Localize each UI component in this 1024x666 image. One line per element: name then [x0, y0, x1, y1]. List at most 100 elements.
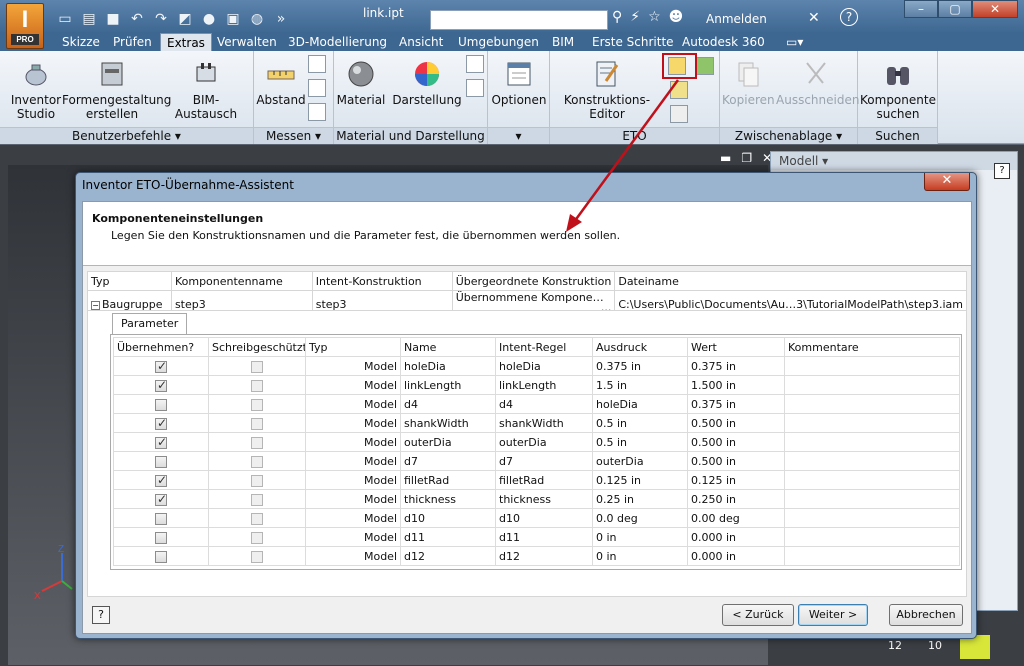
- param-rule-cell[interactable]: linkLength: [495, 375, 593, 395]
- param-value-cell[interactable]: 0.375 in: [687, 394, 785, 414]
- param-expression-cell[interactable]: 0.25 in: [592, 489, 688, 509]
- param-rule-cell[interactable]: d7: [495, 451, 593, 471]
- col-dateiname[interactable]: Dateiname: [614, 271, 967, 291]
- eto-parameters-icon[interactable]: [670, 105, 688, 123]
- tab-verwalten[interactable]: Verwalten: [211, 33, 283, 51]
- panel-title-messen[interactable]: Messen ▾: [254, 127, 333, 144]
- checkbox-cell[interactable]: [113, 356, 209, 376]
- checkbox-cell[interactable]: [208, 413, 306, 433]
- favorites-star-icon[interactable]: ☆: [648, 9, 661, 25]
- application-menu-button[interactable]: I PRO: [6, 3, 44, 49]
- take-checkbox[interactable]: [155, 378, 167, 392]
- param-value-cell[interactable]: 0.000 in: [687, 546, 785, 566]
- checkbox-cell[interactable]: [208, 375, 306, 395]
- collapse-icon[interactable]: −: [91, 300, 100, 310]
- param-expression-cell[interactable]: 0.0 deg: [592, 508, 688, 528]
- take-checkbox[interactable]: [155, 416, 167, 430]
- search-icon[interactable]: ⚲: [612, 9, 622, 25]
- table-row[interactable]: ModelholeDiaholeDia0.375 in0.375 in: [113, 356, 960, 376]
- param-rule-cell[interactable]: holeDia: [495, 356, 593, 376]
- tab-autodesk-360[interactable]: Autodesk 360: [676, 33, 771, 51]
- checkbox-cell[interactable]: [113, 546, 209, 566]
- col-param-typ[interactable]: Typ: [305, 337, 401, 357]
- ausschneiden-button[interactable]: Ausschneiden: [776, 59, 859, 107]
- table-row[interactable]: ModellinkLengthlinkLength1.5 in1.500 in: [113, 375, 960, 395]
- param-comment-cell[interactable]: [784, 546, 960, 566]
- col-intent-konstruktion[interactable]: Intent-Konstruktion: [311, 271, 453, 291]
- checkbox-cell[interactable]: [113, 394, 209, 414]
- material-button[interactable]: Material: [336, 59, 386, 107]
- take-checkbox[interactable]: [155, 473, 167, 487]
- tab-ansicht[interactable]: Ansicht: [393, 33, 449, 51]
- open-folder-icon[interactable]: ▤: [80, 10, 98, 28]
- param-comment-cell[interactable]: [784, 489, 960, 509]
- dialog-close-button[interactable]: ✕: [924, 173, 970, 191]
- param-expression-cell[interactable]: 0.5 in: [592, 413, 688, 433]
- undo-icon[interactable]: ↶: [128, 10, 146, 28]
- maximize-button[interactable]: ▢: [938, 0, 972, 18]
- checkbox-cell[interactable]: [113, 375, 209, 395]
- checkbox-cell[interactable]: [113, 489, 209, 509]
- take-checkbox[interactable]: [155, 531, 167, 544]
- param-rule-cell[interactable]: d10: [495, 508, 593, 528]
- readonly-checkbox[interactable]: [251, 550, 263, 563]
- take-checkbox[interactable]: [155, 435, 167, 449]
- readonly-checkbox[interactable]: [251, 398, 263, 411]
- tab-3d-modellierung[interactable]: 3D-Modellierung: [282, 33, 393, 51]
- param-comment-cell[interactable]: [784, 413, 960, 433]
- param-name-cell[interactable]: d7: [400, 451, 496, 471]
- param-comment-cell[interactable]: [784, 375, 960, 395]
- inventor-studio-button[interactable]: Inventor Studio: [8, 59, 64, 121]
- tab-pruefen[interactable]: Prüfen: [107, 33, 158, 51]
- col-komponentenname[interactable]: Komponentenname: [170, 271, 313, 291]
- checkbox-cell[interactable]: [113, 413, 209, 433]
- param-value-cell[interactable]: 1.500 in: [687, 375, 785, 395]
- checkbox-cell[interactable]: [208, 451, 306, 471]
- ribbon-display-toggle-icon[interactable]: ▭▾: [780, 33, 809, 51]
- param-value-cell[interactable]: 0.125 in: [687, 470, 785, 490]
- param-type-cell[interactable]: Model: [305, 489, 401, 509]
- kopieren-button[interactable]: Kopieren: [722, 59, 775, 107]
- param-type-cell[interactable]: Model: [305, 375, 401, 395]
- tab-parameter[interactable]: Parameter: [112, 313, 188, 335]
- checkbox-cell[interactable]: [208, 356, 306, 376]
- update-icon[interactable]: ●: [200, 10, 218, 28]
- param-rule-cell[interactable]: d12: [495, 546, 593, 566]
- readonly-checkbox[interactable]: [251, 379, 263, 392]
- param-expression-cell[interactable]: outerDia: [592, 451, 688, 471]
- take-checkbox[interactable]: [155, 492, 167, 506]
- checkbox-cell[interactable]: [208, 489, 306, 509]
- param-comment-cell[interactable]: [784, 451, 960, 471]
- param-comment-cell[interactable]: [784, 356, 960, 376]
- col-uebergeordnete-konstruktion[interactable]: Übergeordnete Konstruktion: [451, 271, 616, 291]
- readonly-checkbox[interactable]: [251, 531, 263, 544]
- take-checkbox[interactable]: [155, 455, 167, 468]
- param-expression-cell[interactable]: 0 in: [592, 527, 688, 547]
- param-value-cell[interactable]: 0.00 deg: [687, 508, 785, 528]
- komponente-suchen-button[interactable]: Komponente suchen: [860, 59, 936, 121]
- comm-center-icon[interactable]: ⚡: [630, 9, 640, 25]
- col-wert[interactable]: Wert: [687, 337, 785, 357]
- param-rule-cell[interactable]: outerDia: [495, 432, 593, 452]
- param-value-cell[interactable]: 0.375 in: [687, 356, 785, 376]
- formengestaltung-button[interactable]: Formengestaltung erstellen: [62, 59, 171, 121]
- readonly-checkbox[interactable]: [251, 455, 263, 468]
- table-row[interactable]: Model d4 d4 holeDia 0.375 in: [113, 394, 960, 414]
- clear-appearance-icon[interactable]: [466, 55, 484, 73]
- more-icon[interactable]: »: [272, 10, 290, 28]
- param-rule-cell[interactable]: d11: [495, 527, 593, 547]
- param-expression-cell[interactable]: 0 in: [592, 546, 688, 566]
- param-expression-cell[interactable]: 1.5 in: [592, 375, 688, 395]
- close-button[interactable]: ✕: [972, 0, 1018, 18]
- save-icon[interactable]: ■: [104, 10, 122, 28]
- optionen-button[interactable]: Optionen: [490, 59, 548, 107]
- back-button[interactable]: < Zurück: [722, 604, 794, 626]
- measure-angle-icon[interactable]: [308, 55, 326, 73]
- col-ausdruck[interactable]: Ausdruck: [592, 337, 688, 357]
- param-rule-cell[interactable]: d4: [495, 394, 593, 414]
- param-expression-cell[interactable]: 0.125 in: [592, 470, 688, 490]
- col-uebernehmen[interactable]: Übernehmen?: [113, 337, 209, 357]
- model-browser-title[interactable]: Modell ▾: [771, 152, 1017, 170]
- readonly-checkbox[interactable]: [251, 512, 263, 525]
- param-name-cell[interactable]: d11: [400, 527, 496, 547]
